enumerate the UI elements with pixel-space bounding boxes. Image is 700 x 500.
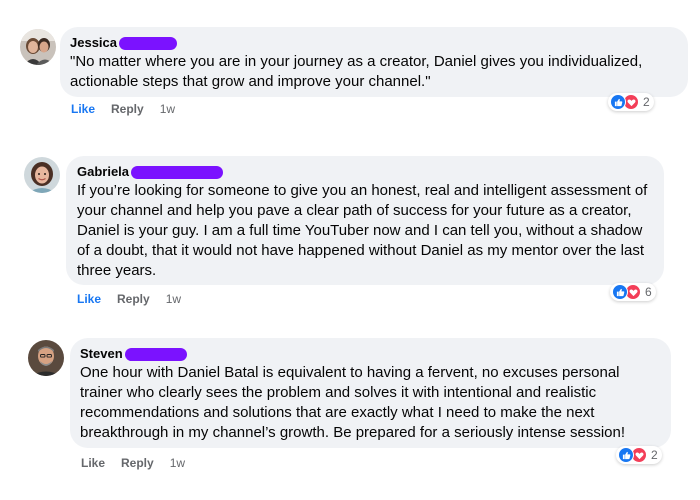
comment-text: One hour with Daniel Batal is equivalent…: [80, 364, 626, 441]
reply-button[interactable]: Reply: [117, 292, 150, 306]
reaction-count: 2: [651, 448, 658, 462]
reaction-count: 6: [645, 285, 652, 299]
comment-actions: Like Reply 1w: [71, 102, 175, 116]
comment-text: If you’re looking for someone to give yo…: [77, 182, 648, 279]
author-name[interactable]: Gabriela: [77, 164, 129, 180]
timestamp[interactable]: 1w: [160, 102, 175, 116]
avatar[interactable]: [24, 157, 60, 193]
reaction-count: 2: [643, 95, 650, 109]
thumbs-up-icon: [610, 94, 626, 110]
timestamp[interactable]: 1w: [166, 292, 181, 306]
comment-actions: Like Reply 1w: [77, 292, 181, 306]
redaction-bar: [131, 165, 224, 179]
avatar[interactable]: [28, 340, 64, 376]
reply-button[interactable]: Reply: [121, 456, 154, 470]
like-button[interactable]: Like: [77, 292, 101, 306]
redaction-bar: [124, 347, 187, 361]
timestamp[interactable]: 1w: [170, 456, 185, 470]
author-name[interactable]: Steven: [80, 346, 123, 362]
like-button[interactable]: Like: [81, 456, 105, 470]
avatar[interactable]: [20, 29, 56, 65]
redaction-bar: [119, 36, 177, 50]
reactions-summary[interactable]: 6: [610, 283, 656, 301]
reply-button[interactable]: Reply: [111, 102, 144, 116]
comment-bubble: Jessica "No matter where you are in your…: [60, 27, 688, 97]
like-button[interactable]: Like: [71, 102, 95, 116]
comment-bubble: Gabriela If you’re looking for someone t…: [66, 156, 664, 285]
comment-actions: Like Reply 1w: [81, 456, 185, 470]
reactions-summary[interactable]: 2: [608, 93, 654, 111]
thumbs-up-icon: [618, 447, 634, 463]
comment-text: "No matter where you are in your journey…: [70, 53, 643, 90]
comment-bubble: Steven One hour with Daniel Batal is equ…: [70, 338, 671, 448]
reactions-summary[interactable]: 2: [616, 446, 662, 464]
author-name[interactable]: Jessica: [70, 35, 117, 51]
thumbs-up-icon: [612, 284, 628, 300]
